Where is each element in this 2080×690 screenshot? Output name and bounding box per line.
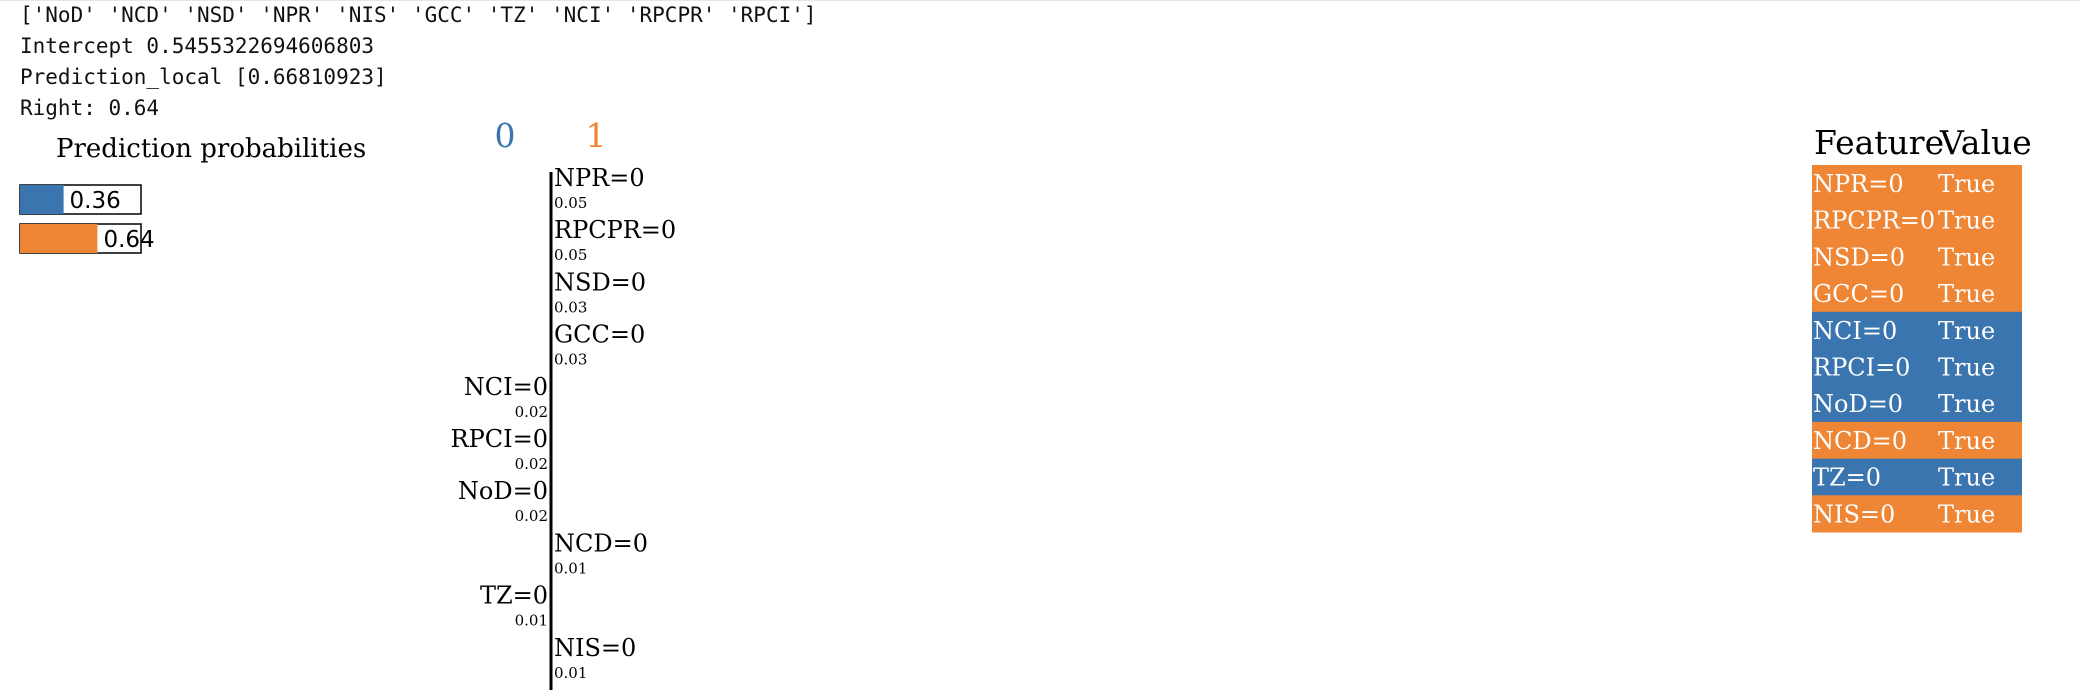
table-feature-cell: NIS=0 [1813,500,1895,528]
table-feature-cell: RPCPR=0 [1813,207,1935,235]
feature-column-header: Feature [1814,123,1944,162]
table-feature-cell: RPCI=0 [1813,354,1910,382]
table-feature-cell: GCC=0 [1813,280,1904,308]
feature-name-label: NPR=0 [554,164,645,192]
feature-weight-label: 0.01 [554,559,587,577]
table-value-cell: True [1938,354,1995,382]
class-1-label: 1 [586,116,607,155]
feature-name-label: RPCPR=0 [554,216,676,244]
table-value-cell: True [1938,464,1995,492]
probability-value-label: 0.36 [70,188,121,214]
class-0-label: 0 [495,116,516,155]
feature-weight-label: 0.05 [554,194,587,212]
feature-weight-label: 0.01 [554,664,587,682]
feature-weight-label: 0.02 [515,507,548,525]
feature-value-table: Feature Value NPR=0 TrueRPCPR=0 TrueNSD=0 T… [1812,123,2032,533]
probability-value-label: 0.64 [103,227,154,253]
prediction-probabilities-title: Prediction probabilities [56,134,366,164]
feature-name-label: RPCI=0 [451,425,548,453]
table-value-cell: True [1938,207,1995,235]
table-feature-cell: TZ=0 [1813,464,1881,492]
feature-name-label: GCC=0 [554,321,645,349]
prediction-probabilities-chart: Prediction probabilities 0.36 0.64 [19,134,366,254]
table-value-cell: True [1938,500,1995,528]
feature-name-label: NoD=0 [458,477,548,505]
probability-bar-class-1 [20,224,98,253]
lime-explanation: Prediction probabilities 0.36 0.64 0 1 NP… [19,116,2032,690]
table-value-cell: True [1938,390,1995,418]
table-feature-cell: NSD=0 [1813,243,1905,271]
feature-weight-label: 0.02 [515,455,548,473]
feature-name-label: NCI=0 [464,373,548,401]
feature-weight-label: 0.03 [554,298,587,316]
table-feature-cell: NCD=0 [1813,427,1907,455]
table-feature-cell: NCI=0 [1813,317,1897,345]
table-value-cell: True [1938,427,1995,455]
table-value-cell: True [1938,280,1995,308]
feature-weights-chart: 0 1 NPR=0 0.05 RPCPR=0 0.05 NSD=0 0.03 GCC=0 0.… [451,116,676,690]
feature-weight-label: 0.01 [515,612,548,630]
feature-name-label: NCD=0 [554,529,648,557]
feature-name-label: TZ=0 [480,582,548,610]
probability-bar-class-0 [20,185,64,214]
feature-weight-label: 0.05 [554,246,587,264]
table-feature-cell: NPR=0 [1813,170,1904,198]
feature-weight-label: 0.02 [515,403,548,421]
table-feature-cell: NoD=0 [1813,390,1903,418]
feature-weight-label: 0.03 [554,351,587,369]
table-value-cell: True [1938,170,1995,198]
feature-name-label: NIS=0 [554,634,636,662]
feature-name-label: NSD=0 [554,268,646,296]
table-value-cell: True [1938,317,1995,345]
table-value-cell: True [1938,243,1995,271]
value-column-header: Value [1939,123,2032,162]
